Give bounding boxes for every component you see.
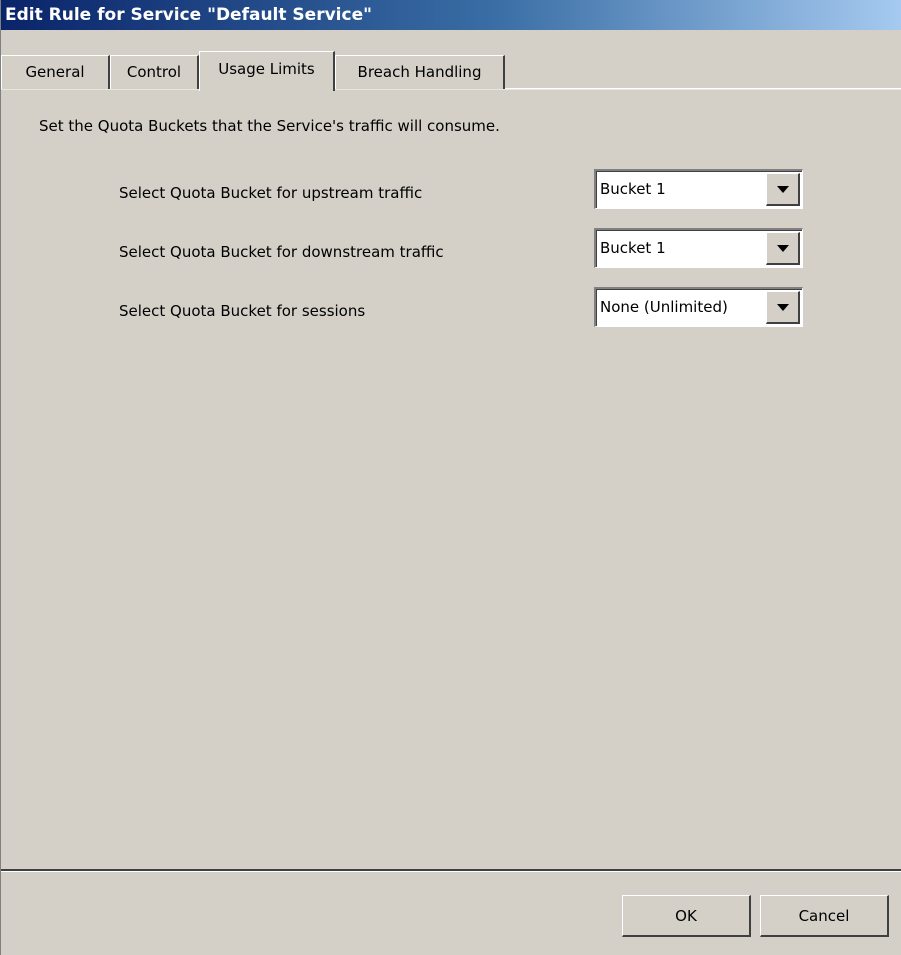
edit-rule-dialog: Edit Rule for Service "Default Service" … xyxy=(0,0,901,955)
chevron-down-icon xyxy=(777,304,789,311)
downstream-bucket-label: Select Quota Bucket for downstream traff… xyxy=(119,243,444,261)
sessions-bucket-label: Select Quota Bucket for sessions xyxy=(119,302,366,320)
usage-limits-panel: Set the Quota Buckets that the Service's… xyxy=(1,90,901,870)
chevron-down-icon xyxy=(777,245,789,252)
tab-usage-limits[interactable]: Usage Limits xyxy=(199,51,335,91)
tab-breach-handling[interactable]: Breach Handling xyxy=(335,55,505,89)
sessions-bucket-select[interactable]: None (Unlimited) xyxy=(594,287,803,327)
upstream-bucket-label: Select Quota Bucket for upstream traffic xyxy=(119,184,423,202)
upstream-bucket-value: Bucket 1 xyxy=(600,180,666,198)
downstream-bucket-dropdown-button[interactable] xyxy=(766,232,800,265)
window-title: Edit Rule for Service "Default Service" xyxy=(1,0,901,30)
sessions-bucket-value: None (Unlimited) xyxy=(600,298,728,316)
tab-control[interactable]: Control xyxy=(110,55,199,89)
upstream-bucket-dropdown-button[interactable] xyxy=(766,173,800,206)
upstream-bucket-select[interactable]: Bucket 1 xyxy=(594,169,803,209)
chevron-down-icon xyxy=(777,186,789,193)
ok-button[interactable]: OK xyxy=(622,895,751,937)
downstream-bucket-value: Bucket 1 xyxy=(600,239,666,257)
panel-description: Set the Quota Buckets that the Service's… xyxy=(39,117,500,135)
sessions-bucket-dropdown-button[interactable] xyxy=(766,291,800,324)
footer-separator xyxy=(1,869,901,872)
downstream-bucket-select[interactable]: Bucket 1 xyxy=(594,228,803,268)
tab-general[interactable]: General xyxy=(1,55,110,89)
cancel-button[interactable]: Cancel xyxy=(760,895,889,937)
